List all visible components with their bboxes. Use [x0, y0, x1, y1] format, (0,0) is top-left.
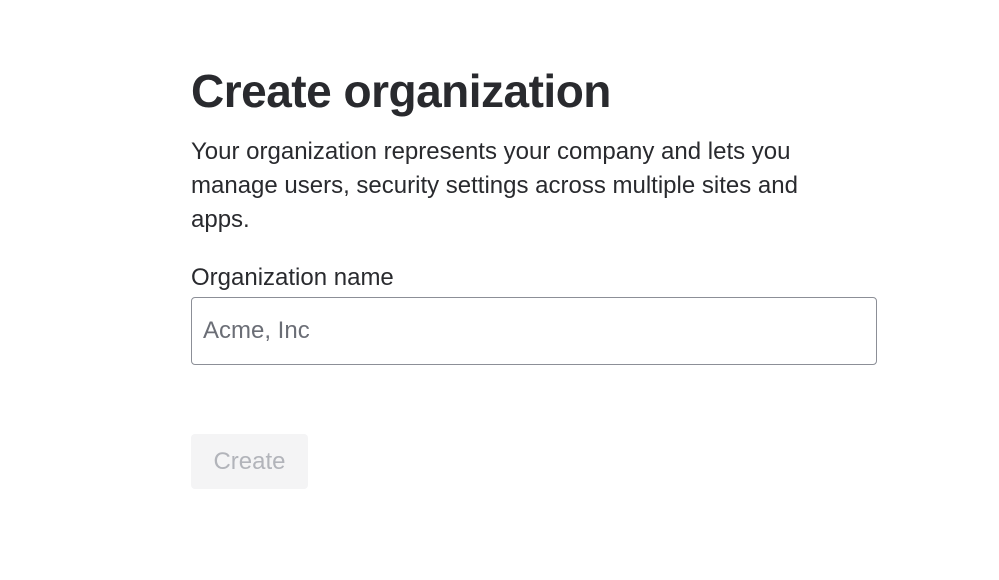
- page-title: Create organization: [191, 65, 611, 117]
- organization-name-label: Organization name: [191, 264, 394, 291]
- create-organization-form: Create organization Your organization re…: [191, 62, 877, 489]
- page-description: Your organization represents your compan…: [191, 138, 798, 233]
- organization-name-input[interactable]: [191, 297, 877, 365]
- create-organization-page: Create organization Your organization re…: [0, 0, 999, 580]
- create-button[interactable]: Create: [191, 434, 308, 489]
